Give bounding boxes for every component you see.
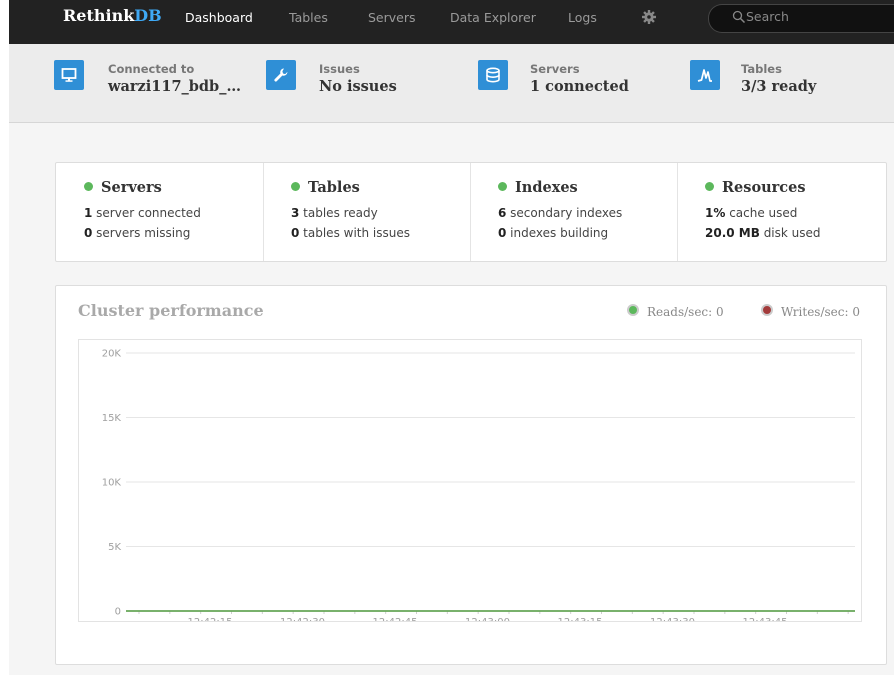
summary-resources-title[interactable]: Resources (705, 179, 806, 196)
x-tick-label: 12:43:15 (558, 617, 603, 621)
x-tick-label: 12:43:45 (743, 617, 788, 621)
nav-dashboard[interactable]: Dashboard (185, 10, 253, 25)
summary-text: secondary indexes (506, 206, 623, 220)
summary-tables-line1: 3 tables ready (291, 206, 378, 220)
summary-text: server connected (92, 206, 201, 220)
y-tick-label: 15K (102, 413, 122, 424)
status-ok-dot (705, 182, 714, 191)
cluster-performance-panel: Cluster performance Reads/sec: 0 Writes/… (55, 285, 887, 665)
summary-servers-title-text: Servers (101, 179, 162, 196)
summary-number: 20.0 MB (705, 226, 760, 240)
summary-resources: Resources 1% cache used 20.0 MB disk use… (677, 163, 886, 261)
status-bar: Connected to warzi117_bdb_… Issues No is… (9, 44, 894, 123)
writes-legend-label: Writes/sec: 0 (781, 305, 860, 319)
summary-indexes-line1: 6 secondary indexes (498, 206, 622, 220)
nav-tables[interactable]: Tables (289, 10, 328, 25)
summary-number: 1% (705, 206, 726, 220)
database-icon (478, 60, 508, 90)
writes-legend-dot (761, 304, 773, 316)
issues-value[interactable]: No issues (319, 78, 397, 95)
servers-label: Servers (530, 62, 580, 76)
pulse-icon (690, 60, 720, 90)
performance-title: Cluster performance (78, 301, 264, 320)
x-tick-label: 12:42:15 (188, 617, 233, 621)
reads-legend-dot (627, 304, 639, 316)
x-tick-label: 12:42:30 (280, 617, 325, 621)
gear-icon[interactable] (641, 9, 657, 25)
status-ok-dot (498, 182, 507, 191)
summary-servers: Servers 1 server connected 0 servers mis… (56, 163, 264, 261)
search-placeholder: Search (746, 9, 789, 24)
wrench-icon (266, 60, 296, 90)
tables-value[interactable]: 3/3 ready (741, 78, 816, 95)
status-ok-dot (84, 182, 93, 191)
summary-servers-title[interactable]: Servers (84, 179, 162, 196)
summary-text: tables ready (299, 206, 378, 220)
issues-label: Issues (319, 62, 360, 76)
servers-value[interactable]: 1 connected (530, 78, 629, 95)
connected-label: Connected to (108, 62, 195, 76)
summary-text: servers missing (92, 226, 191, 240)
y-tick-label: 5K (108, 542, 121, 553)
y-tick-label: 0 (115, 607, 121, 618)
status-ok-dot (291, 182, 300, 191)
summary-servers-line1: 1 server connected (84, 206, 201, 220)
y-tick-label: 10K (102, 478, 122, 489)
cluster-summary-panel: Servers 1 server connected 0 servers mis… (55, 162, 887, 262)
summary-resources-line2: 20.0 MB disk used (705, 226, 821, 240)
summary-text: cache used (725, 206, 798, 220)
brand-main: Rethink (63, 6, 135, 25)
legend-reads[interactable]: Reads/sec: 0 (627, 304, 724, 319)
summary-servers-line2: 0 servers missing (84, 226, 190, 240)
nav-servers[interactable]: Servers (368, 10, 416, 25)
monitor-icon (54, 60, 84, 90)
summary-text: indexes building (506, 226, 609, 240)
summary-resources-title-text: Resources (722, 179, 806, 196)
x-tick-label: 12:42:45 (373, 617, 418, 621)
summary-indexes: Indexes 6 secondary indexes 0 indexes bu… (470, 163, 678, 261)
summary-tables-title-text: Tables (308, 179, 360, 196)
legend-writes[interactable]: Writes/sec: 0 (761, 304, 860, 319)
summary-tables-title[interactable]: Tables (291, 179, 360, 196)
summary-text: disk used (759, 226, 821, 240)
summary-indexes-line2: 0 indexes building (498, 226, 608, 240)
performance-chart-svg: 0 5K 10K 15K 20K 12:42:15 12:42:30 12:42:45 12:4… (102, 349, 855, 621)
x-tick-label: 12:43:00 (465, 617, 510, 621)
summary-indexes-title-text: Indexes (515, 179, 578, 196)
connected-value[interactable]: warzi117_bdb_… (108, 78, 241, 95)
tables-label: Tables (741, 62, 782, 76)
left-gutter (0, 0, 9, 675)
nav-logs[interactable]: Logs (568, 10, 597, 25)
y-tick-label: 20K (102, 349, 122, 360)
x-tick-label: 12:43:30 (650, 617, 695, 621)
summary-tables-line2: 0 tables with issues (291, 226, 410, 240)
summary-indexes-title[interactable]: Indexes (498, 179, 578, 196)
nav-data-explorer[interactable]: Data Explorer (450, 10, 536, 25)
summary-resources-line1: 1% cache used (705, 206, 797, 220)
summary-text: tables with issues (299, 226, 410, 240)
reads-legend-label: Reads/sec: 0 (647, 305, 724, 319)
brand-accent: DB (134, 6, 162, 25)
performance-chart: 0 5K 10K 15K 20K 12:42:15 12:42:30 12:42:45 12:4… (78, 339, 862, 622)
search-icon (732, 10, 746, 24)
brand-logo[interactable]: RethinkDB (63, 6, 162, 25)
summary-tables: Tables 3 tables ready 0 tables with issu… (263, 163, 471, 261)
